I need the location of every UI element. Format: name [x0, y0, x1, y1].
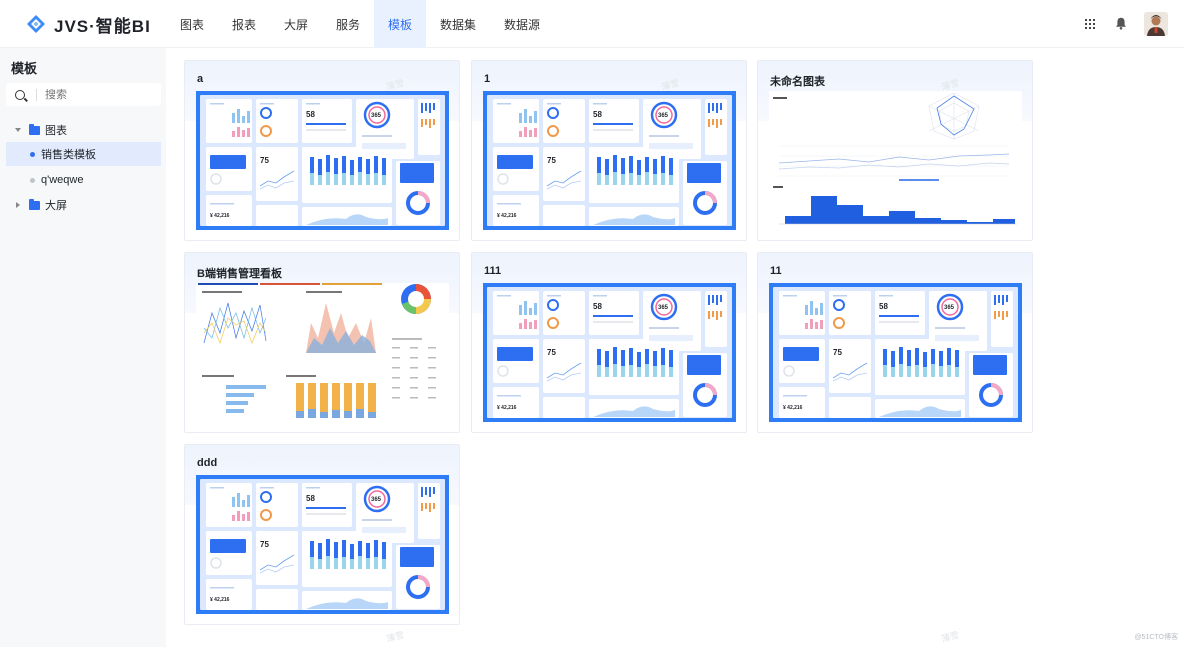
nav-datasources[interactable]: 数据源: [490, 0, 554, 48]
tree-item-sales-templates[interactable]: 销售类模板: [6, 142, 161, 166]
template-card[interactable]: 1: [471, 60, 747, 241]
template-title: 111: [484, 265, 502, 277]
nav-services[interactable]: 服务: [322, 0, 374, 48]
template-title: ddd: [197, 457, 218, 469]
main-nav: 图表 报表 大屏 服务 模板 数据集 数据源: [166, 0, 554, 48]
watermark: 薄雪: [385, 629, 406, 645]
template-title: 未命名图表: [770, 76, 825, 88]
template-card[interactable]: 111: [471, 252, 747, 433]
tree-folder-label: 大屏: [45, 200, 67, 212]
template-title: 11: [770, 265, 782, 277]
template-title: B端销售管理看板: [197, 268, 282, 280]
caret-right-icon[interactable]: [16, 202, 20, 208]
template-card[interactable]: B端销售管理看板: [184, 252, 460, 433]
template-card[interactable]: a: [184, 60, 460, 241]
dashboard-thumbnail: [769, 283, 1022, 422]
active-dot-icon: [30, 151, 35, 157]
folder-icon: [29, 123, 40, 135]
template-grid: a 1 未命名图表 B端销售管理看板 111 11 ddd 薄雪 薄雪 薄雪 薄…: [166, 48, 1184, 647]
template-title: a: [197, 73, 204, 85]
nav-reports[interactable]: 报表: [218, 0, 270, 48]
tree-folder-charts[interactable]: 图表: [6, 118, 161, 142]
tree-item-qweqwe[interactable]: q'weqwe: [6, 168, 161, 192]
app-logo[interactable]: JVS·智能BI: [26, 12, 151, 36]
template-card[interactable]: ddd: [184, 444, 460, 625]
tree-folder-big-screen[interactable]: 大屏: [6, 193, 161, 217]
app-title: JVS·智能BI: [54, 16, 151, 36]
nav-big-screen[interactable]: 大屏: [270, 0, 322, 48]
footer-credit: @51CTO博客: [1134, 634, 1178, 641]
search-box: [6, 83, 161, 106]
tree-item-label: 销售类模板: [41, 149, 96, 161]
template-title: 1: [484, 73, 491, 85]
tree-folder-label: 图表: [45, 125, 67, 137]
dashboard-thumbnail: [483, 91, 736, 230]
logo-icon: [27, 15, 45, 33]
apps-grid-icon[interactable]: [1085, 19, 1095, 29]
search-input[interactable]: [45, 88, 145, 101]
nav-charts[interactable]: 图表: [166, 0, 218, 48]
dashboard-thumbnail: [196, 91, 449, 230]
search-divider: [36, 88, 37, 101]
template-card[interactable]: 未命名图表: [757, 60, 1033, 241]
caret-down-icon[interactable]: [15, 128, 21, 132]
sales-board-thumbnail: [196, 283, 449, 422]
user-avatar[interactable]: [1144, 12, 1168, 36]
bell-icon[interactable]: [1115, 17, 1127, 30]
watermark: 薄雪: [940, 629, 961, 645]
sidebar: 模板 图表 销售类模板 q'weqwe 大屏: [0, 48, 166, 647]
nav-datasets[interactable]: 数据集: [426, 0, 490, 48]
nav-templates[interactable]: 模板: [374, 0, 426, 48]
tree-item-label: q'weqwe: [41, 174, 84, 186]
avatar-image-icon: [1144, 12, 1168, 36]
dashboard-thumbnail: [483, 283, 736, 422]
folder-icon: [29, 198, 40, 210]
search-icon: [15, 89, 25, 100]
charts-thumbnail: [769, 91, 1022, 230]
dashboard-thumbnail: [196, 475, 449, 614]
top-bar: JVS·智能BI 图表 报表 大屏 服务 模板 数据集 数据源: [0, 0, 1184, 48]
sidebar-title: 模板: [11, 61, 38, 76]
template-card[interactable]: 11: [757, 252, 1033, 433]
dot-icon: [30, 177, 35, 183]
